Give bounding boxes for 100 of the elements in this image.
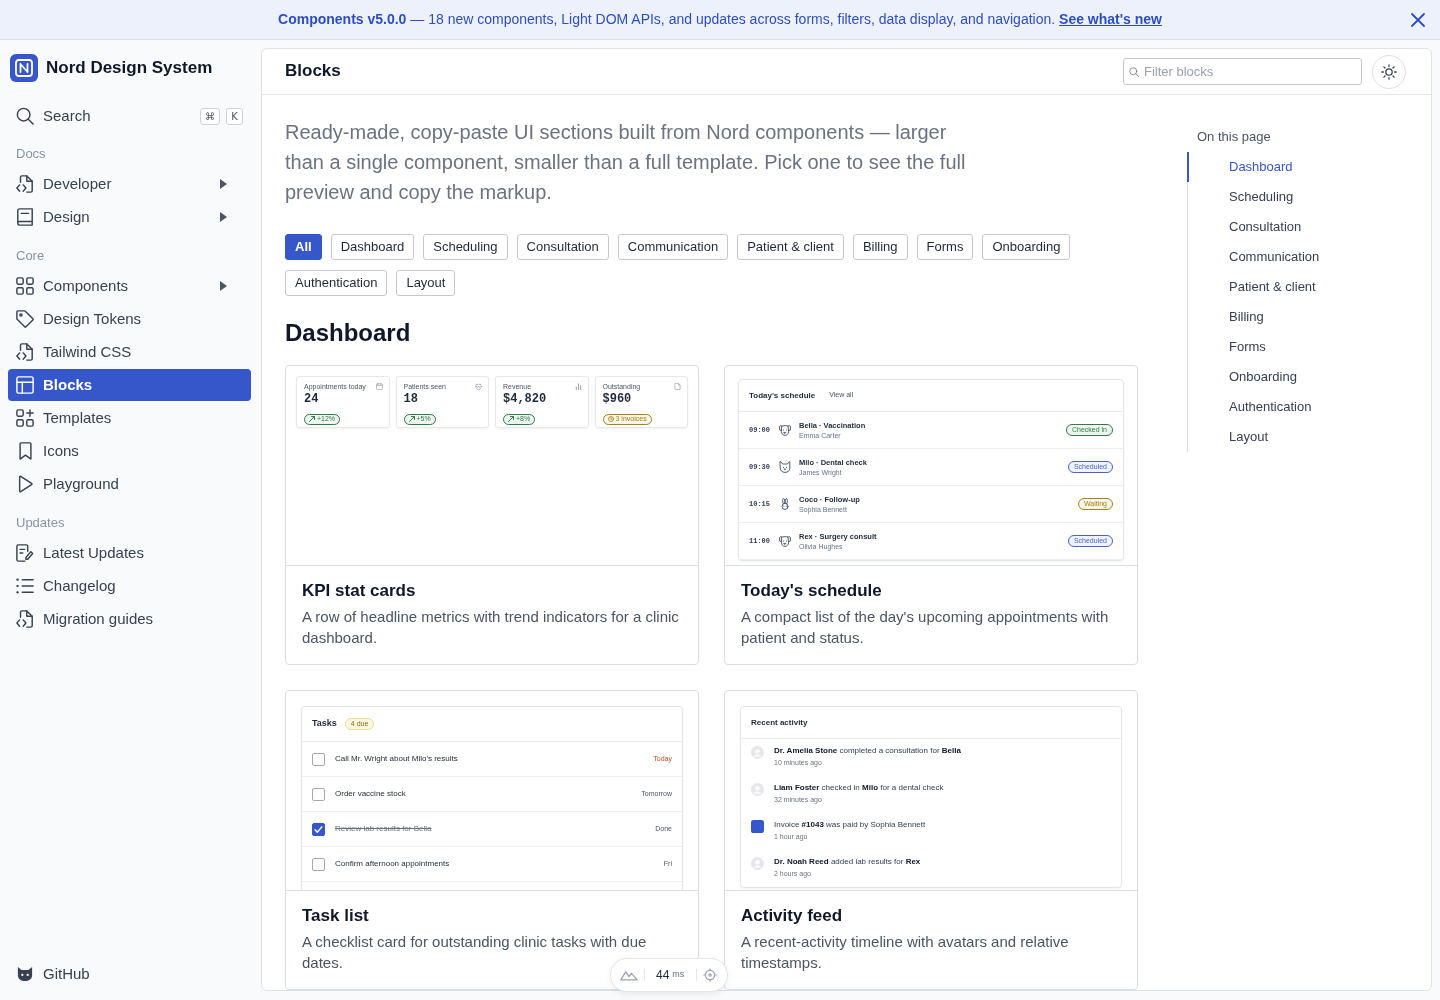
github-link[interactable]: GitHub [8,958,251,990]
task-label: Review lab results for Bella [335,823,432,835]
filter-chip[interactable]: Communication [617,234,729,260]
cat-icon [16,966,34,982]
block-card[interactable] [724,365,1138,665]
filter-chip[interactable]: Layout [396,270,456,296]
list-icon [16,577,34,595]
layout-icon [16,376,34,394]
toc-link[interactable]: Layout [1187,422,1407,452]
code-file-icon [16,175,34,193]
brand-name: Nord Design System [46,57,213,80]
card-title: Today's schedule [741,580,883,602]
nav-item[interactable]: Design Tokens [8,303,251,335]
toc-link[interactable]: Onboarding [1187,362,1407,392]
widget-title: Recent activity [751,716,808,729]
whats-new-link[interactable]: See what's new [1059,11,1162,27]
grid-plus-icon [16,409,34,427]
filter-field[interactable]: Filter blocks [1123,58,1362,85]
filter-chip[interactable]: Billing [852,234,908,260]
nav-item[interactable]: Icons [8,435,251,467]
shortcut-key: K [226,107,243,125]
clock-icon [607,416,614,422]
nav-item[interactable]: Migration guides [8,603,251,635]
checkmark-icon [314,824,323,834]
page-title: Blocks [285,61,341,82]
toc-link[interactable]: Authentication [1187,392,1407,422]
document-icon [674,383,681,390]
nav-section-heading: Core [15,247,46,265]
close-button[interactable] [1411,13,1425,27]
close-icon [1411,13,1425,27]
toc-link[interactable]: Patient & client [1187,272,1407,302]
shortcut-key: ⌘ [200,107,220,125]
stat-value: $4,820 [503,393,548,406]
paw-icon [475,383,482,390]
toc-heading: On this page [1196,128,1272,146]
nav-item[interactable]: Developer [8,168,251,200]
toc-link[interactable]: Communication [1187,242,1407,272]
crosshair-icon[interactable] [703,968,718,982]
toc-link[interactable]: Billing [1187,302,1407,332]
cat-icon [779,461,791,473]
filter-chip[interactable]: Consultation [516,234,609,260]
square-icon [751,820,764,833]
nav-item[interactable]: Playground [8,468,251,500]
task-checkbox[interactable] [312,857,325,871]
filter-chip[interactable]: Scheduling [423,234,508,260]
stat-value: 24 [304,393,320,406]
block-card[interactable] [285,690,699,990]
nav-item[interactable]: Changelog [8,570,251,602]
time-unit: ms [672,968,685,982]
play-icon [17,475,33,493]
mountain-icon[interactable] [620,969,638,981]
card-description: A checklist card for outstanding clinic tasks with due dates. [302,932,648,973]
task-checkbox[interactable] [312,822,325,836]
card-description: A compact list of the day's upcoming appointments with patient and status. [741,607,1110,648]
task-label: Order vaccine stock [335,788,406,800]
task-checkbox[interactable] [312,787,325,801]
filter-chip[interactable]: Forms [916,234,974,260]
filter-chip[interactable]: Patient & client [737,234,844,260]
logo-icon [10,54,38,82]
stat-value: 18 [403,393,419,406]
card-description: A recent-activity timeline with avatars and relative timestamps. [741,932,1070,973]
book-icon [16,208,34,226]
section-heading: Dashboard [285,318,412,348]
rabbit-icon [779,498,791,510]
nav-item[interactable]: Tailwind CSS [8,336,251,368]
avatar-icon [751,857,764,870]
toc-link[interactable]: Scheduling [1187,182,1407,212]
avatar-icon [751,746,764,759]
bookmark-icon [18,442,32,460]
card-title: Activity feed [741,905,844,927]
search-button[interactable]: Search [8,100,99,132]
sun-icon [1381,63,1397,80]
filter-chip[interactable]: Authentication [285,270,388,296]
toc-link[interactable]: Consultation [1187,212,1407,242]
block-card[interactable] [724,690,1138,990]
tag-icon [16,310,34,328]
widget-title: Tasks [312,717,337,731]
toc-link[interactable]: Forms [1187,332,1407,362]
widget-title: Today's schedule [749,389,816,402]
filter-chip[interactable]: Onboarding [982,234,1071,260]
toc-link[interactable]: Dashboard [1187,152,1407,182]
grid-icon [16,277,34,295]
nav-item[interactable]: Components [8,270,251,302]
nav-section-heading: Docs [15,145,47,163]
nav-item[interactable]: Design [8,201,251,233]
theme-toggle-button[interactable] [1372,54,1406,89]
activity-text: Dr. Noah Reed added lab results for Rex [774,857,921,867]
activity-text: Liam Foster checked in Milo for a dental check [774,783,944,793]
filter-chip[interactable]: Dashboard [330,234,415,260]
dog-icon [779,535,791,547]
nav-item[interactable]: Blocks [8,369,251,401]
code-file-icon [16,610,34,628]
filter-chip[interactable]: All [285,234,322,260]
nav-item[interactable]: Templates [8,402,251,434]
trend-arrow-icon [309,416,315,422]
card-title: KPI stat cards [302,580,417,602]
calendar-icon [375,383,383,390]
nav-item[interactable]: Latest Updates [8,537,251,569]
code-file-icon [16,343,34,361]
task-checkbox[interactable] [312,752,325,766]
